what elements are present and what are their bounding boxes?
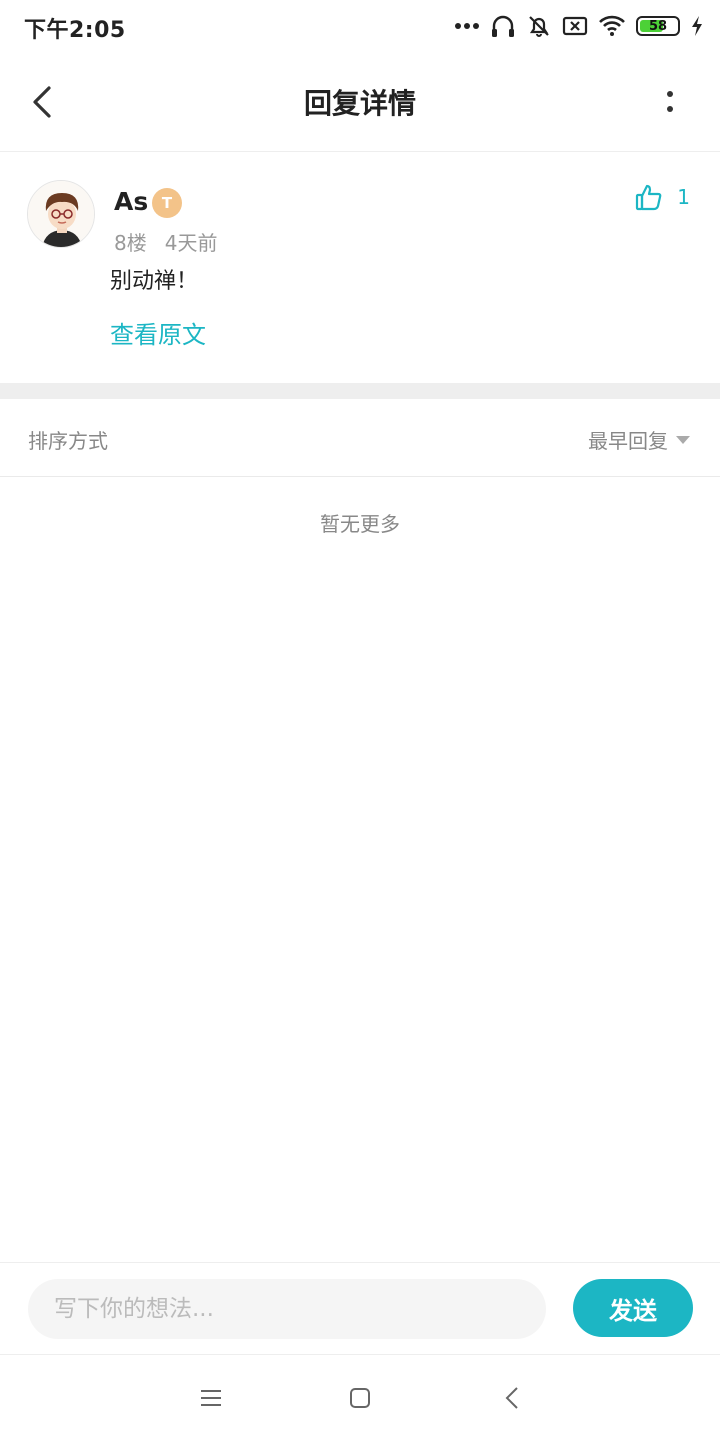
sort-bar: 排序方式 最早回复 <box>0 399 720 477</box>
level-badge: T <box>152 188 182 218</box>
more-options-button[interactable] <box>656 86 684 120</box>
sim-off-icon <box>562 15 588 37</box>
nav-menu-button[interactable] <box>191 1381 231 1415</box>
comment-meta: 8楼 4天前 <box>114 227 217 256</box>
floor-number: 8楼 <box>114 231 147 255</box>
view-original-link[interactable]: 查看原文 <box>110 315 206 350</box>
status-bar: 下午2:05 58 <box>0 0 720 52</box>
menu-icon <box>201 1390 221 1406</box>
like-count: 1 <box>677 185 690 209</box>
comment-text: 别动禅！ <box>110 269 199 294</box>
reply-bar: 发送 <box>0 1262 720 1354</box>
status-time: 下午2:05 <box>24 18 126 43</box>
battery-level: 58 <box>648 18 668 34</box>
home-square-icon <box>350 1388 370 1408</box>
system-nav-bar <box>0 1354 720 1440</box>
app-header: 回复详情 <box>0 52 720 152</box>
send-button[interactable]: 发送 <box>573 1279 693 1337</box>
status-icons: 58 <box>454 12 704 40</box>
thumbs-up-icon <box>636 184 662 211</box>
back-arrow-icon <box>505 1387 518 1409</box>
sort-selected: 最早回复 <box>588 429 668 453</box>
sort-dropdown[interactable]: 最早回复 <box>588 425 690 454</box>
wifi-icon <box>598 14 626 38</box>
dropdown-arrow-icon <box>676 435 690 444</box>
post-time: 4天前 <box>164 231 218 255</box>
username[interactable]: As <box>114 187 148 216</box>
sort-label: 排序方式 <box>28 429 108 453</box>
reply-input[interactable] <box>28 1279 546 1339</box>
headset-icon <box>490 13 516 39</box>
charging-icon <box>690 15 704 37</box>
section-divider <box>0 383 720 399</box>
empty-state-text: 暂无更多 <box>320 512 400 536</box>
avatar[interactable] <box>27 180 95 248</box>
avatar-image <box>28 181 94 247</box>
more-dots-icon <box>454 22 480 30</box>
battery-icon: 58 <box>636 16 680 36</box>
nav-back-button[interactable] <box>492 1381 532 1415</box>
like-button[interactable]: 1 <box>635 183 690 211</box>
more-vertical-icon <box>667 91 673 112</box>
nav-home-button[interactable] <box>340 1381 380 1415</box>
mute-bell-icon <box>526 13 552 39</box>
reply-comment: As T 8楼 4天前 别动禅！ 查看原文 1 <box>0 153 720 383</box>
page-title: 回复详情 <box>303 87 416 120</box>
